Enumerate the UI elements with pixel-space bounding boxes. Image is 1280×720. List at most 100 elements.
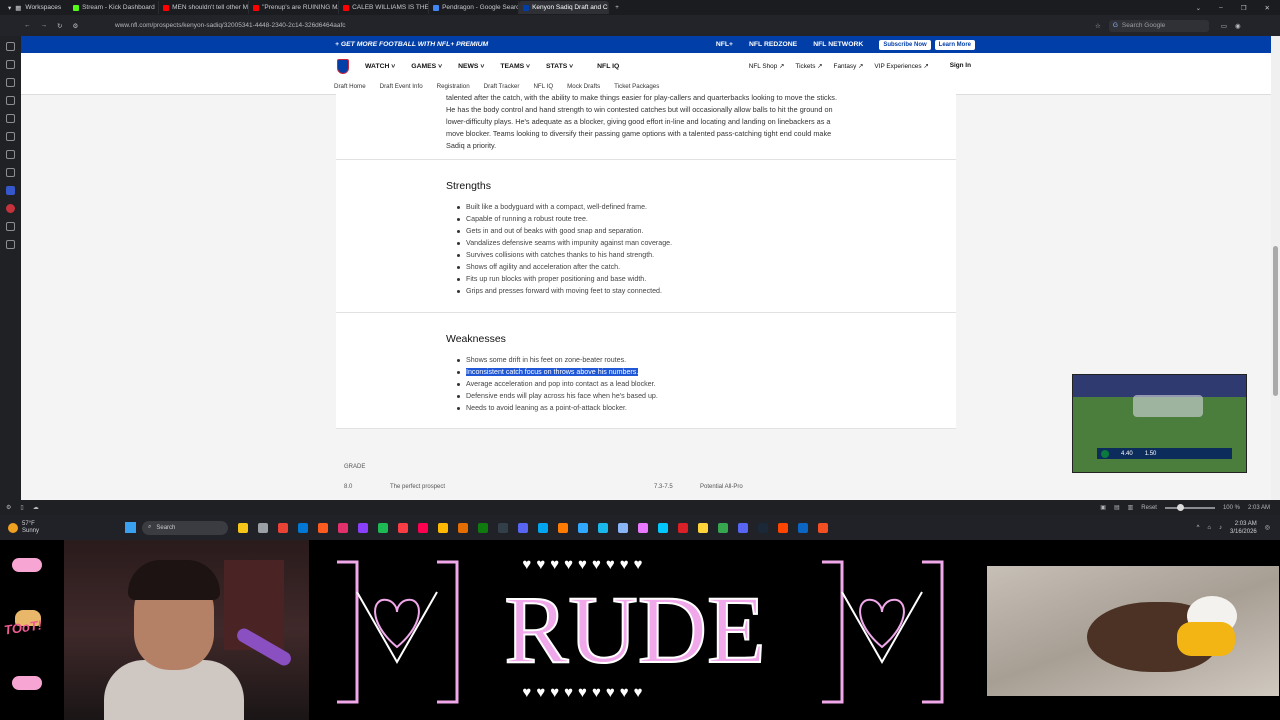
search-input[interactable]: G Search Google <box>1108 19 1209 32</box>
nav-vip[interactable]: VIP Experiences ↗ <box>874 62 928 70</box>
zoom-slider[interactable] <box>1164 503 1215 511</box>
nav-fantasy[interactable]: Fantasy ↗ <box>834 62 864 70</box>
taskbar-app-icon[interactable] <box>758 522 768 533</box>
learn-more-button[interactable]: Learn More <box>934 39 975 50</box>
workspaces-button[interactable]: ▾ ▦ Workspaces <box>0 0 69 15</box>
forward-icon[interactable]: → <box>41 22 48 30</box>
clock[interactable]: 2:03 AM 3/16/2026 <box>1230 520 1257 536</box>
subnav-draft-home[interactable]: Draft Home <box>334 83 366 90</box>
taskbar-search[interactable]: ⌕ Search <box>142 520 228 535</box>
taskbar-app-icon[interactable] <box>278 522 288 533</box>
subnav-mock-drafts[interactable]: Mock Drafts <box>567 83 600 90</box>
taskbar-app-icon[interactable] <box>258 522 268 533</box>
promo-link-network[interactable]: NFL NETWORK <box>813 41 863 48</box>
vivaldi-icon[interactable] <box>6 204 15 213</box>
taskbar-app-icon[interactable] <box>438 522 448 533</box>
history-icon[interactable] <box>6 78 15 87</box>
subnav-draft-tracker[interactable]: Draft Tracker <box>484 83 520 90</box>
taskbar-app-icon[interactable] <box>598 522 608 533</box>
notes-icon[interactable] <box>6 96 15 105</box>
subnav-nfl-iq[interactable]: NFL IQ <box>533 83 553 90</box>
tray-chevron-icon[interactable]: ^ <box>1197 525 1200 531</box>
taskbar-app-icon[interactable] <box>818 522 828 533</box>
feed-icon[interactable] <box>6 168 15 177</box>
add-panel-icon[interactable] <box>6 240 15 249</box>
taskbar-app-icon[interactable] <box>618 522 628 533</box>
subnav-ticket-packages[interactable]: Ticket Packages <box>614 83 659 90</box>
taskbar-app-icon[interactable] <box>518 522 528 533</box>
window-icon[interactable] <box>6 132 15 141</box>
nav-tickets[interactable]: Tickets ↗ <box>795 62 822 70</box>
browser-tab[interactable]: Kenyon Sadiq Draft and Co× <box>519 1 610 14</box>
nav-stats[interactable]: STATS ˅ <box>546 63 573 70</box>
panel-toggle-icon[interactable]: ▯ <box>20 504 23 511</box>
browser-tab[interactable]: CALEB WILLIAMS IS THE M× <box>339 1 430 14</box>
url-field[interactable]: www.nfl.com/prospects/kenyon-sadiq/32005… <box>115 22 1095 29</box>
taskbar-app-icon[interactable] <box>778 522 788 533</box>
taskbar-app-icon[interactable] <box>398 522 408 533</box>
nav-watch[interactable]: WATCH ˅ <box>365 63 395 70</box>
mastodon-icon[interactable] <box>6 186 15 195</box>
taskbar-app-icon[interactable] <box>358 522 368 533</box>
taskbar-app-icon[interactable] <box>458 522 468 533</box>
taskbar-app-icon[interactable] <box>718 522 728 533</box>
panel-icon[interactable] <box>6 42 15 51</box>
taskbar-app-icon[interactable] <box>478 522 488 533</box>
subnav-event-info[interactable]: Draft Event Info <box>380 83 423 90</box>
promo-text[interactable]: + GET MORE FOOTBALL WITH NFL+ PREMIUM <box>335 41 488 48</box>
taskbar-app-icon[interactable] <box>378 522 388 533</box>
subscribe-button[interactable]: Subscribe Now <box>879 39 931 50</box>
site-info-icon[interactable]: ⚙ <box>72 22 78 30</box>
web-panel-icon[interactable] <box>6 222 15 231</box>
nav-games[interactable]: GAMES ˅ <box>411 63 442 70</box>
minimize-icon[interactable]: – <box>1219 4 1223 12</box>
nav-teams[interactable]: TEAMS ˅ <box>500 63 530 70</box>
taskbar-app-icon[interactable] <box>538 522 548 533</box>
scrollbar-thumb[interactable] <box>1273 246 1278 396</box>
reload-icon[interactable]: ↻ <box>57 22 62 30</box>
taskbar-app-icon[interactable] <box>298 522 308 533</box>
taskbar-app-icon[interactable] <box>418 522 428 533</box>
taskbar-app-icon[interactable] <box>338 522 348 533</box>
start-button[interactable] <box>125 522 136 533</box>
new-tab-button[interactable]: + <box>609 4 625 11</box>
sync-icon[interactable]: ☁ <box>33 504 39 511</box>
settings-icon[interactable]: ⚙ <box>6 504 11 511</box>
taskbar-app-icon[interactable] <box>558 522 568 533</box>
promo-link-redzone[interactable]: NFL REDZONE <box>749 41 797 48</box>
page-scrollbar[interactable] <box>1271 36 1280 500</box>
restore-icon[interactable]: ❐ <box>1241 4 1247 12</box>
zoom-slider-knob[interactable] <box>1176 503 1184 511</box>
browser-tab[interactable]: Stream - Kick Dashboard× <box>69 1 160 14</box>
picture-in-picture-video[interactable]: 4.40 1.50 <box>1072 374 1247 473</box>
promo-link-nflplus[interactable]: NFL+ <box>716 41 733 48</box>
taskbar-app-icon[interactable] <box>638 522 648 533</box>
taskbar-app-icon[interactable] <box>798 522 808 533</box>
taskbar-app-icon[interactable] <box>238 522 248 533</box>
network-icon[interactable]: ⌂ <box>1207 525 1211 531</box>
capture-icon[interactable]: ▣ <box>1100 504 1106 511</box>
taskbar-app-icon[interactable] <box>318 522 328 533</box>
back-icon[interactable]: ← <box>24 22 31 30</box>
close-icon[interactable]: ✕ <box>1265 4 1270 12</box>
volume-icon[interactable]: ♪ <box>1219 525 1222 531</box>
notification-icon[interactable]: ◎ <box>1265 524 1270 531</box>
mail-icon[interactable] <box>6 150 15 159</box>
download-icon[interactable] <box>6 60 15 69</box>
profile-icon[interactable]: ◉ <box>1235 22 1241 30</box>
taskbar-app-icon[interactable] <box>658 522 668 533</box>
sign-in-link[interactable]: Sign In <box>950 62 971 70</box>
vpn-icon[interactable]: ▭ <box>1221 22 1227 30</box>
tiling-icon[interactable]: ▤ <box>1114 504 1120 511</box>
page-action-icon[interactable]: ▥ <box>1128 504 1134 511</box>
reading-list-icon[interactable] <box>6 114 15 123</box>
taskbar-app-icon[interactable] <box>678 522 688 533</box>
browser-tab[interactable]: MEN shouldn't tell other M× <box>159 1 250 14</box>
bookmark-icon[interactable]: ☆ <box>1095 22 1101 30</box>
zoom-reset-button[interactable]: Reset <box>1141 505 1157 511</box>
taskbar-app-icon[interactable] <box>498 522 508 533</box>
taskbar-app-icon[interactable] <box>578 522 588 533</box>
browser-tab[interactable]: "Prenup's are RUINING MA× <box>249 1 340 14</box>
taskbar-app-icon[interactable] <box>698 522 708 533</box>
nfl-logo[interactable] <box>337 58 349 74</box>
